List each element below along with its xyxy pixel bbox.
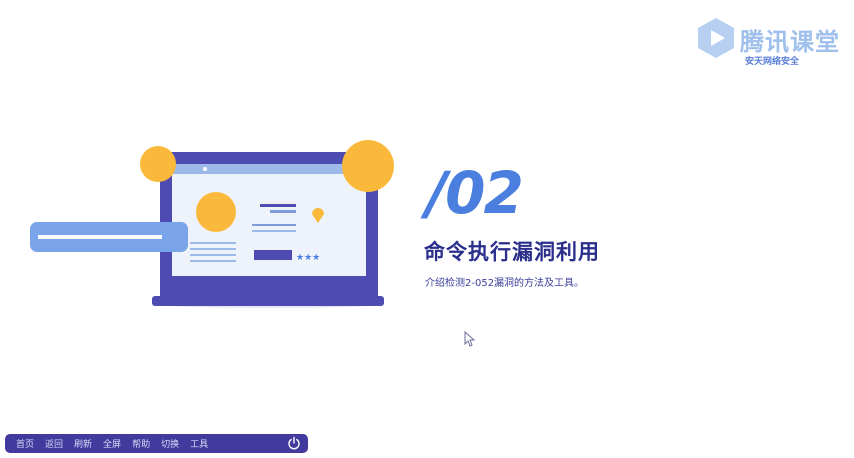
control-switch[interactable]: 切换: [161, 437, 179, 450]
control-home[interactable]: 首页: [16, 437, 34, 450]
slide-number: /02: [426, 159, 524, 227]
power-icon[interactable]: [287, 436, 301, 450]
svg-text:★★★: ★★★: [296, 253, 320, 263]
laptop-illustration: ★★★: [30, 140, 394, 308]
slide-title: 命令执行漏洞利用: [424, 240, 600, 264]
logo-subtitle: 安天网络安全: [745, 57, 800, 67]
control-refresh[interactable]: 刷新: [74, 437, 92, 450]
play-icon: [698, 18, 734, 58]
control-help[interactable]: 帮助: [132, 437, 150, 450]
mouse-cursor-icon: [464, 331, 476, 347]
control-tools[interactable]: 工具: [190, 437, 208, 450]
slide-description: 介绍检测2-052漏洞的方法及工具。: [425, 278, 585, 289]
player-control-bar: 首页 返回 刷新 全屏 帮助 切换 工具: [5, 434, 308, 453]
control-fullscreen[interactable]: 全屏: [103, 437, 121, 450]
logo-name: 腾讯课堂: [740, 28, 840, 56]
control-back[interactable]: 返回: [45, 437, 63, 450]
